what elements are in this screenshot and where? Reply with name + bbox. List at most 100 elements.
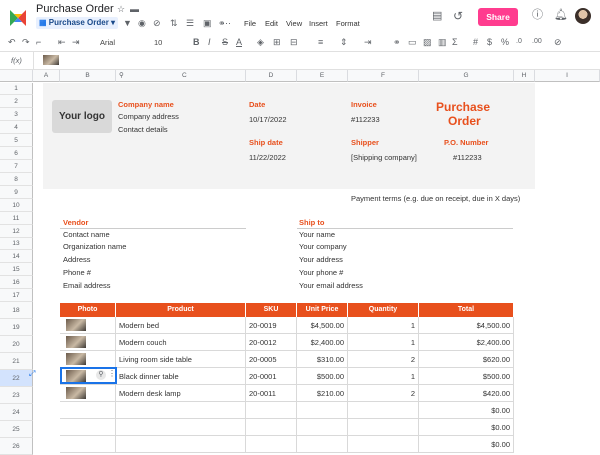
row-header-14[interactable]: 14 <box>0 250 33 263</box>
row-header-5[interactable]: 5 <box>0 134 33 147</box>
ship-to-label[interactable]: Ship to <box>299 219 324 227</box>
product-cell[interactable]: Living room side table <box>116 351 246 368</box>
indent-icon[interactable]: ⇤ <box>58 38 66 47</box>
total-cell[interactable]: $420.00 <box>419 385 514 402</box>
history-icon[interactable]: ↺ <box>453 10 463 22</box>
product-photo[interactable] <box>66 353 86 365</box>
payment-terms[interactable]: Payment terms (e.g. due on receipt, due … <box>351 195 520 203</box>
photo-cell[interactable] <box>60 419 116 436</box>
photo-cell[interactable] <box>60 317 116 334</box>
row-header-18[interactable]: 18 <box>0 302 33 319</box>
photo-cell[interactable] <box>60 351 116 368</box>
sku-cell[interactable] <box>246 402 297 419</box>
currency-icon[interactable]: $ <box>487 38 492 47</box>
quantity-cell[interactable]: 2 <box>348 351 419 368</box>
column-header-a[interactable]: A <box>33 70 60 82</box>
formula-input[interactable] <box>33 52 600 69</box>
column-header-h[interactable]: H <box>514 70 535 82</box>
date-label[interactable]: Date <box>249 101 265 109</box>
valign-icon[interactable]: ⇕ <box>340 38 348 47</box>
quantity-cell[interactable]: 1 <box>348 317 419 334</box>
unit-price-cell[interactable]: $310.00 <box>297 351 348 368</box>
bold-icon[interactable]: B <box>193 38 200 47</box>
photo-cell[interactable] <box>60 436 116 453</box>
photo-cell[interactable] <box>60 385 116 402</box>
product-cell[interactable] <box>116 436 246 453</box>
undo-icon[interactable]: ↶ <box>8 38 16 47</box>
cell-more-icon[interactable]: ⋮ <box>108 370 116 378</box>
star-icon[interactable]: ☆ <box>117 5 125 14</box>
row-header-9[interactable]: 9 <box>0 186 33 199</box>
ship-to-line[interactable]: Your email address <box>299 282 363 290</box>
product-cell[interactable]: Modern desk lamp <box>116 385 246 402</box>
row-header-20[interactable]: 20 <box>0 336 33 353</box>
unit-price-cell[interactable]: $500.00 <box>297 368 348 385</box>
wrap-icon[interactable]: ⇥ <box>364 38 372 47</box>
menu-format[interactable]: Format <box>336 20 360 28</box>
avatar[interactable] <box>575 8 591 24</box>
insert-link-icon[interactable]: ⚭ <box>393 38 401 47</box>
quantity-cell[interactable] <box>348 436 419 453</box>
lock-icon[interactable]: ▣ <box>203 19 212 28</box>
date-value[interactable]: 10/17/2022 <box>249 116 287 124</box>
insert-comment-icon[interactable]: ▭ <box>408 38 417 47</box>
decimal-increase-icon[interactable]: .00 <box>532 38 542 45</box>
filter-icon[interactable]: ▼ <box>123 19 132 28</box>
sku-cell[interactable] <box>246 436 297 453</box>
insert-image-icon[interactable]: ▨ <box>423 38 432 47</box>
decimal-decrease-icon[interactable]: .0 <box>516 38 522 45</box>
product-photo[interactable] <box>66 387 86 399</box>
product-cell[interactable]: Black dinner table <box>116 368 246 385</box>
view-icon[interactable]: ◉ <box>138 19 146 28</box>
column-header-g[interactable]: G <box>419 70 514 82</box>
quantity-cell[interactable]: 1 <box>348 334 419 351</box>
unit-price-cell[interactable] <box>297 402 348 419</box>
unit-price-cell[interactable] <box>297 419 348 436</box>
th-total[interactable]: Total <box>419 303 514 317</box>
column-header-d[interactable]: D <box>246 70 297 82</box>
quantity-cell[interactable] <box>348 402 419 419</box>
column-header-b[interactable]: B <box>60 70 116 82</box>
row-header-7[interactable]: 7 <box>0 160 33 173</box>
more-icon[interactable]: ⋯ <box>222 19 231 28</box>
unit-price-cell[interactable]: $2,400.00 <box>297 334 348 351</box>
folder-icon[interactable]: ▬ <box>130 5 139 14</box>
attach-icon[interactable]: ⚲ <box>96 370 106 380</box>
vendor-line[interactable]: Email address <box>63 282 111 290</box>
column-header-e[interactable]: E <box>297 70 348 82</box>
column-header-c[interactable]: ⚲ C <box>116 70 246 82</box>
company-address[interactable]: Company address <box>118 113 179 121</box>
column-header-f[interactable]: F <box>348 70 419 82</box>
photo-cell[interactable] <box>60 402 116 419</box>
th-photo[interactable]: Photo <box>60 303 116 317</box>
th-product[interactable]: Product <box>116 303 246 317</box>
quantity-cell[interactable]: 1 <box>348 368 419 385</box>
th-sku[interactable]: SKU <box>246 303 297 317</box>
help-icon[interactable]: ⓘ <box>532 10 543 21</box>
row-header-13[interactable]: 13 <box>0 238 33 250</box>
row-header-21[interactable]: 21 <box>0 353 33 370</box>
sum-icon[interactable]: Σ <box>452 38 458 47</box>
total-cell[interactable]: $620.00 <box>419 351 514 368</box>
po-number-value[interactable]: #112233 <box>453 154 482 162</box>
total-cell[interactable]: $4,500.00 <box>419 317 514 334</box>
po-title-line1[interactable]: Purchase <box>436 101 490 113</box>
vendor-line[interactable]: Contact name <box>63 231 110 239</box>
ship-date-value[interactable]: 11/22/2022 <box>249 154 286 162</box>
row-header-25[interactable]: 25 <box>0 421 33 438</box>
row-header-6[interactable]: 6 <box>0 147 33 160</box>
row-header-26[interactable]: 26 <box>0 438 33 455</box>
menu-file[interactable]: File <box>244 20 256 28</box>
sku-cell[interactable]: 20-0001 <box>246 368 297 385</box>
quantity-cell[interactable] <box>348 419 419 436</box>
total-cell[interactable]: $2,400.00 <box>419 334 514 351</box>
percent-icon[interactable]: % <box>501 38 509 47</box>
align-icon[interactable]: ≡ <box>318 38 323 47</box>
shipper-label[interactable]: Shipper <box>351 139 379 147</box>
row-header-12[interactable]: 12 <box>0 225 33 238</box>
font-select[interactable]: Arial <box>100 39 115 47</box>
row-header-11[interactable]: 11 <box>0 212 33 225</box>
row-header-23[interactable]: 23 <box>0 387 33 404</box>
text-color-icon[interactable]: A <box>236 38 242 47</box>
ship-to-line[interactable]: Your company <box>299 243 347 251</box>
